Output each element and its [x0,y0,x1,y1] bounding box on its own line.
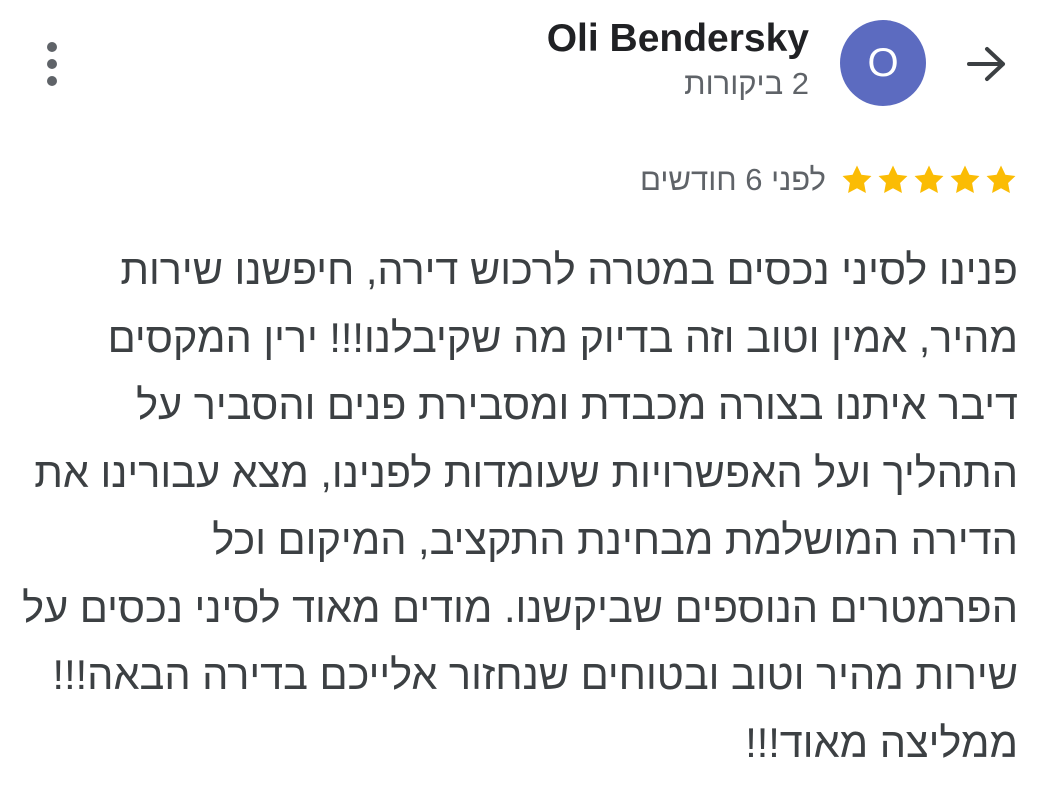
star-icon [986,165,1016,194]
star-icon [878,165,908,194]
review-time: לפני 6 חודשים [639,162,826,197]
reviewer-review-count: 2 ביקורות [684,66,809,101]
back-button[interactable] [958,38,1016,90]
more-vert-icon [47,42,57,52]
star-rating [840,163,1018,197]
reviewer-info: Oli Bendersky 2 ביקורות [547,16,809,104]
rating-row: לפני 6 חודשים [640,162,1018,198]
reviewer-name[interactable]: Oli Bendersky [547,16,809,62]
more-vert-icon-dot [47,59,57,69]
review-text: פנינו לסיני נכסים במטרה לרכוש דירה, חיפש… [22,246,1018,766]
star-icon [842,165,872,194]
arrow-forward-icon [967,47,1005,81]
more-vert-icon-dot [47,76,57,86]
avatar-letter: O [867,40,899,85]
star-icon [914,165,944,194]
star-icon [950,165,980,194]
more-options-button[interactable] [34,38,70,90]
avatar[interactable]: O [840,20,926,106]
